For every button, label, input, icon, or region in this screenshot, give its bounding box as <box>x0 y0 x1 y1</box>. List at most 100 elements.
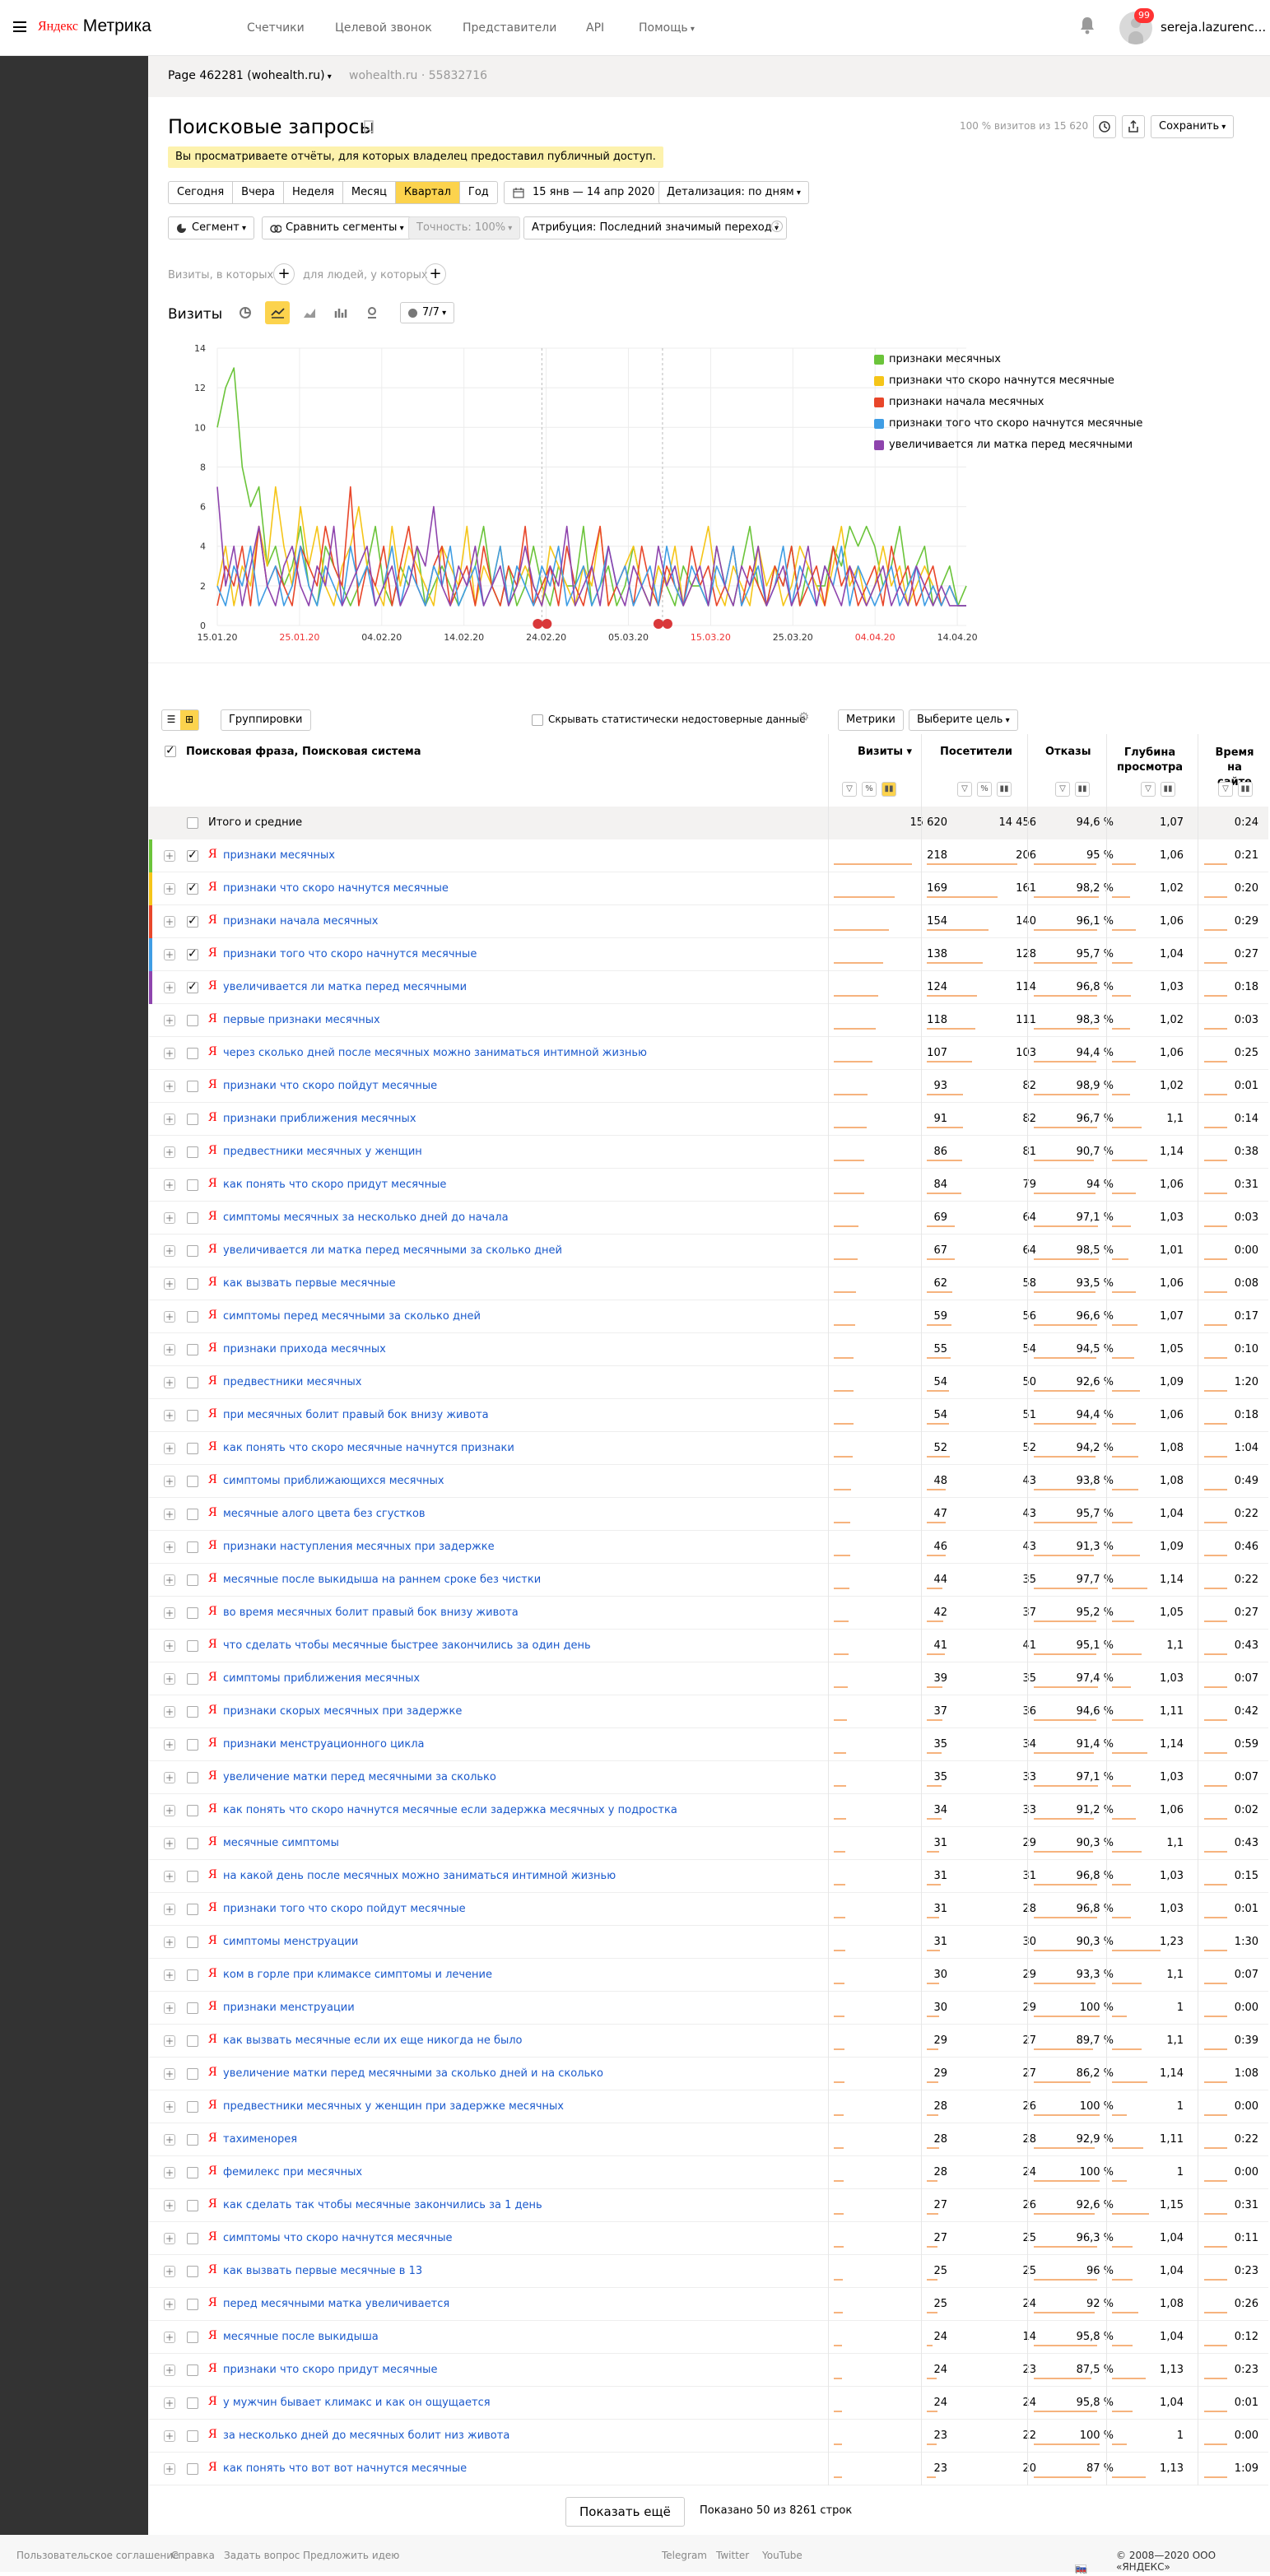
search-phrase-link[interactable]: признаки менструационного цикла <box>223 1738 425 1751</box>
search-phrase-link[interactable]: как вызвать первые месячные в 13 <box>223 2265 422 2277</box>
expand-icon[interactable]: + <box>164 1081 175 1092</box>
bell-icon[interactable] <box>1080 16 1095 35</box>
search-phrase-link[interactable]: признаки того что скоро пойдут месячные <box>223 1903 466 1915</box>
history-button[interactable] <box>1093 115 1116 138</box>
percent-icon[interactable]: % <box>977 782 992 797</box>
search-phrase-link[interactable]: предвестники месячных <box>223 1376 361 1388</box>
expand-icon[interactable]: + <box>164 2332 175 2343</box>
row-checkbox[interactable] <box>187 1871 198 1882</box>
totals-checkbox[interactable] <box>187 817 198 829</box>
expand-icon[interactable]: + <box>164 1114 175 1125</box>
area-chart-icon[interactable] <box>303 306 316 319</box>
expand-icon[interactable]: + <box>164 1476 175 1487</box>
search-phrase-link[interactable]: месячные алого цвета без сгустков <box>223 1508 426 1520</box>
expand-icon[interactable]: + <box>164 850 175 862</box>
search-phrase-link[interactable]: месячные после выкидыша на раннем сроке … <box>223 1574 541 1586</box>
tree-view-icon[interactable]: ⊞ <box>180 710 198 730</box>
legend-item[interactable]: признаки месячных <box>874 349 1142 370</box>
row-checkbox[interactable] <box>187 1640 198 1652</box>
expand-icon[interactable]: + <box>164 2266 175 2277</box>
search-phrase-link[interactable]: признаки что скоро пойдут месячные <box>223 1080 437 1092</box>
legend-item[interactable]: признаки того что скоро начнутся месячны… <box>874 413 1142 435</box>
expand-icon[interactable]: + <box>164 1706 175 1718</box>
export-button[interactable] <box>1122 115 1145 138</box>
search-phrase-link[interactable]: первые признаки месячных <box>223 1014 380 1026</box>
expand-icon[interactable]: + <box>164 1805 175 1816</box>
bar-chart-icon[interactable] <box>334 306 347 319</box>
row-checkbox[interactable] <box>187 849 198 862</box>
row-checkbox[interactable] <box>187 1673 198 1685</box>
visits-header[interactable]: Визиты ▾ <box>846 746 912 758</box>
row-checkbox[interactable] <box>187 1706 198 1718</box>
expand-icon[interactable]: + <box>164 916 175 928</box>
row-checkbox[interactable] <box>187 1904 198 1915</box>
row-checkbox[interactable] <box>187 881 198 895</box>
legend-item[interactable]: увеличивается ли матка перед месячными <box>874 435 1142 456</box>
expand-icon[interactable]: + <box>164 2463 175 2475</box>
nav-help[interactable]: Помощь <box>639 21 695 35</box>
row-checkbox[interactable] <box>187 2332 198 2343</box>
row-checkbox[interactable] <box>187 2463 198 2475</box>
bounces-header[interactable]: Отказы <box>1034 746 1091 758</box>
period-week[interactable]: Неделя <box>284 182 343 203</box>
expand-icon[interactable]: + <box>164 1015 175 1026</box>
period-yesterday[interactable]: Вчера <box>233 182 284 203</box>
row-checkbox[interactable] <box>187 1015 198 1026</box>
search-phrase-link[interactable]: симптомы перед месячными за сколько дней <box>223 1310 481 1323</box>
expand-icon[interactable]: + <box>164 1640 175 1652</box>
expand-icon[interactable]: + <box>164 1278 175 1290</box>
footer-link-idea[interactable]: Предложить идею <box>303 2550 399 2561</box>
notification-badge[interactable]: 99 <box>1134 8 1154 23</box>
row-checkbox[interactable] <box>187 1772 198 1783</box>
search-phrase-link[interactable]: фемилекс при месячных <box>223 2166 362 2178</box>
hide-unreliable-checkbox[interactable] <box>532 714 543 726</box>
percent-icon[interactable]: % <box>862 782 877 797</box>
expand-icon[interactable]: + <box>164 1212 175 1224</box>
row-checkbox[interactable] <box>187 1311 198 1323</box>
user-name[interactable]: sereja.lazurenc... <box>1161 20 1266 35</box>
search-phrase-link[interactable]: признаки прихода месячных <box>223 1343 386 1355</box>
search-phrase-link[interactable]: при месячных болит правый бок внизу живо… <box>223 1409 489 1421</box>
period-quarter[interactable]: Квартал <box>395 182 460 203</box>
expand-icon[interactable]: + <box>164 1904 175 1915</box>
metrics-button[interactable]: Метрики <box>838 709 904 731</box>
nav-counters[interactable]: Счетчики <box>247 21 305 35</box>
expand-icon[interactable]: + <box>164 2134 175 2146</box>
goal-select[interactable]: Выберите цель <box>909 709 1018 731</box>
segment-button[interactable]: Сегмент <box>168 216 254 239</box>
legend-item[interactable]: признаки начала месячных <box>874 392 1142 413</box>
search-phrase-link[interactable]: перед месячными матка увеличивается <box>223 2298 449 2310</box>
expand-icon[interactable]: + <box>164 949 175 960</box>
row-checkbox[interactable] <box>187 2364 198 2376</box>
row-checkbox[interactable] <box>187 2397 198 2409</box>
expand-icon[interactable]: + <box>164 1146 175 1158</box>
row-checkbox[interactable] <box>187 1574 198 1586</box>
row-checkbox[interactable] <box>187 1344 198 1355</box>
expand-icon[interactable]: + <box>164 1443 175 1454</box>
expand-icon[interactable]: + <box>164 2233 175 2244</box>
expand-icon[interactable]: + <box>164 2167 175 2178</box>
expand-icon[interactable]: + <box>164 1838 175 1849</box>
attribution-select[interactable]: Атрибуция: Последний значимый переход <box>523 216 787 239</box>
compare-segments-button[interactable]: Сравнить сегменты <box>262 216 412 239</box>
row-checkbox[interactable] <box>187 947 198 960</box>
search-phrase-link[interactable]: как вызвать месячные если их еще никогда… <box>223 2034 523 2047</box>
search-phrase-link[interactable]: как сделать так чтобы месячные закончили… <box>223 2199 542 2211</box>
row-checkbox[interactable] <box>187 1081 198 1092</box>
expand-icon[interactable]: + <box>164 2200 175 2211</box>
save-button[interactable]: Сохранить <box>1151 115 1235 138</box>
row-checkbox[interactable] <box>187 1541 198 1553</box>
period-year[interactable]: Год <box>460 182 497 203</box>
pie-chart-icon[interactable] <box>239 306 252 319</box>
expand-icon[interactable]: + <box>164 1772 175 1783</box>
add-people-filter-button[interactable]: + <box>425 263 446 285</box>
expand-icon[interactable]: + <box>164 2101 175 2113</box>
expand-icon[interactable]: + <box>164 1541 175 1553</box>
period-today[interactable]: Сегодня <box>169 182 234 203</box>
expand-icon[interactable]: + <box>164 1607 175 1619</box>
search-phrase-link[interactable]: признаки начала месячных <box>223 915 378 928</box>
search-phrase-link[interactable]: признаки месячных <box>223 849 335 862</box>
expand-icon[interactable]: + <box>164 1739 175 1751</box>
row-checkbox[interactable] <box>187 1245 198 1257</box>
accuracy-select[interactable]: Точность: 100% <box>408 216 521 239</box>
